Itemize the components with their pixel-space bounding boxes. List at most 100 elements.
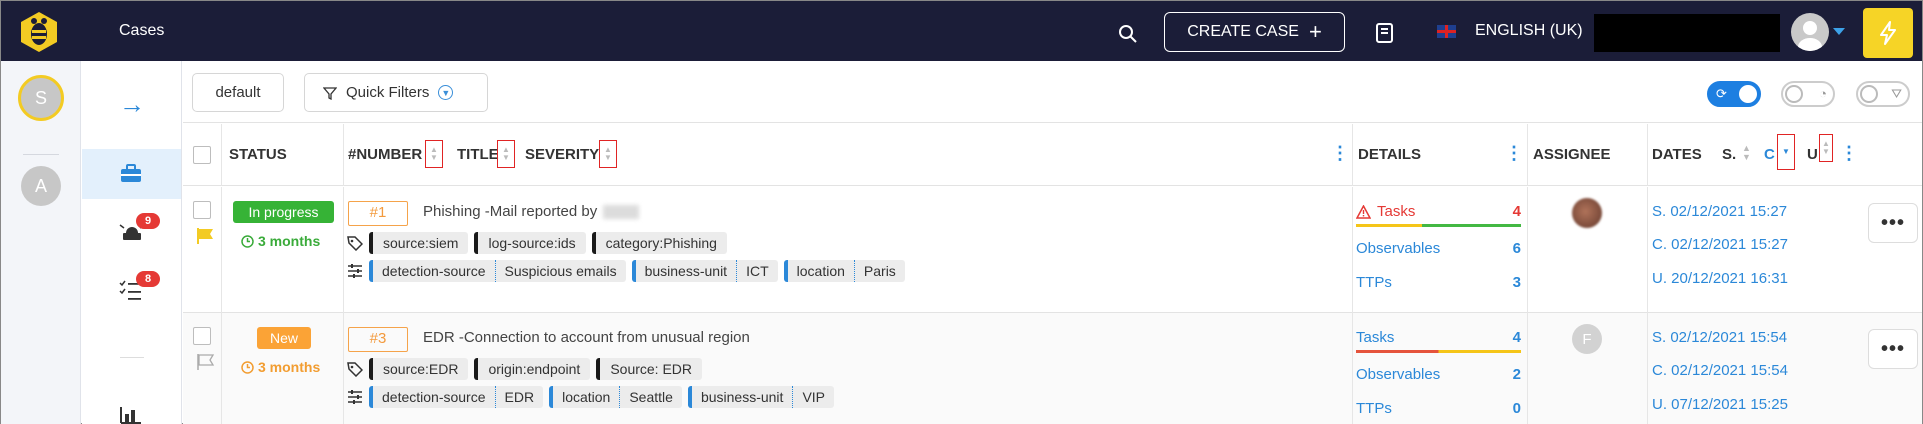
custom-field[interactable]: business-unit VIP xyxy=(687,386,835,408)
column-header-dates[interactable]: DATES xyxy=(1652,146,1702,163)
sidebar-item-cases[interactable] xyxy=(82,149,181,199)
warning-icon xyxy=(1356,204,1371,219)
custom-field[interactable]: business-unit ICT xyxy=(631,260,778,282)
sort-severity-icon[interactable]: ▲ ▼ xyxy=(599,140,617,168)
flag-icon[interactable] xyxy=(197,227,215,248)
tasks-count: 4 xyxy=(1512,329,1521,346)
chevron-down-icon[interactable] xyxy=(1833,28,1845,35)
custom-field[interactable]: location Paris xyxy=(783,260,905,282)
ttps-count: 0 xyxy=(1512,400,1521,417)
column-divider xyxy=(343,124,344,186)
filter-preset-button[interactable]: default xyxy=(192,73,284,112)
updated-date: U. 07/12/2021 15:25 xyxy=(1652,396,1788,413)
column-menu-icon[interactable]: ⋮ xyxy=(1505,144,1523,162)
status-badge: New xyxy=(257,327,311,349)
assignee-avatar[interactable]: F xyxy=(1572,324,1602,354)
dashboard-icon[interactable] xyxy=(120,406,142,424)
sort-number-icon[interactable]: ▲ ▼ xyxy=(425,140,443,168)
ttps-summary[interactable]: TTPs 0 xyxy=(1356,400,1521,417)
column-header-assignee[interactable]: ASSIGNEE xyxy=(1533,146,1611,163)
observables-summary[interactable]: Observables 6 xyxy=(1356,240,1521,257)
tasks-summary[interactable]: Tasks 4 xyxy=(1356,203,1521,220)
sort-updated-icon[interactable]: ▲ ▼ xyxy=(1819,134,1833,162)
sort-start-icon[interactable]: ▲ ▼ xyxy=(1742,144,1751,162)
tag[interactable]: log-source:ids xyxy=(474,232,586,254)
refresh-icon: ⟳ xyxy=(1716,86,1727,101)
sliders-icon xyxy=(348,390,362,404)
sort-updated-date[interactable]: U xyxy=(1807,146,1818,163)
select-all-checkbox[interactable] xyxy=(193,146,211,164)
observables-count: 6 xyxy=(1512,240,1521,257)
clock-icon xyxy=(241,360,254,374)
row-actions-button[interactable]: ••• xyxy=(1868,203,1918,243)
table-row[interactable]: New 3 months #3 EDR -Connection to accou… xyxy=(183,313,1922,424)
column-header-number[interactable]: #NUMBER xyxy=(348,146,422,163)
column-divider xyxy=(343,313,344,424)
top-bar: Cases CREATE CASE + ENGLISH (UK) xyxy=(1,1,1922,61)
sidebar-item-alerts[interactable]: 9 xyxy=(119,213,160,246)
column-menu-icon[interactable]: ⋮ xyxy=(1331,144,1349,162)
ttps-label: TTPs xyxy=(1356,274,1392,291)
case-number[interactable]: #3 xyxy=(348,327,408,352)
row-actions-button[interactable]: ••• xyxy=(1868,329,1918,369)
column-header-title[interactable]: TITLE xyxy=(457,146,499,163)
custom-field[interactable]: detection-source Suspicious emails xyxy=(369,260,626,282)
tag-icon xyxy=(347,236,363,251)
tag[interactable]: Source: EDR xyxy=(596,358,703,380)
column-header-severity[interactable]: SEVERITY xyxy=(525,146,599,163)
user-avatar-icon[interactable] xyxy=(1791,13,1829,51)
created-date: C. 02/12/2021 15:27 xyxy=(1652,236,1788,253)
table-row[interactable]: In progress 3 months #1 Phishing -Mail r… xyxy=(183,187,1922,313)
column-divider xyxy=(1352,124,1353,186)
column-menu-icon[interactable]: ⋮ xyxy=(1840,144,1858,162)
custom-field-value: VIP xyxy=(792,386,834,408)
case-title[interactable]: Phishing -Mail reported by xyxy=(423,203,640,220)
quick-filters-button[interactable]: Quick Filters ▼ xyxy=(304,73,488,112)
sidebar-item-tasks[interactable]: 8 xyxy=(119,271,160,304)
custom-field[interactable]: detection-source EDR xyxy=(369,386,544,408)
tasks-summary[interactable]: Tasks 4 xyxy=(1356,329,1521,346)
custom-field-value: EDR xyxy=(494,386,544,408)
redacted-reporter xyxy=(603,205,640,220)
language-selector[interactable]: ENGLISH (UK) xyxy=(1475,22,1583,40)
tag[interactable]: source:siem xyxy=(369,232,469,254)
observables-summary[interactable]: Observables 2 xyxy=(1356,366,1521,383)
assignee-avatar[interactable] xyxy=(1572,198,1602,228)
column-header-details[interactable]: DETAILS xyxy=(1358,146,1421,163)
table-header: STATUS #NUMBER ▲ ▼ TITLE ▲ ▼ SEVERITY ▲ ▼ ⋮… xyxy=(183,124,1922,186)
column-divider xyxy=(221,187,222,313)
org-avatar-a[interactable]: A xyxy=(21,166,61,206)
column-header-status[interactable]: STATUS xyxy=(229,146,287,163)
column-divider xyxy=(1527,313,1528,424)
create-case-button[interactable]: CREATE CASE + xyxy=(1164,12,1345,52)
search-icon[interactable] xyxy=(1117,23,1139,45)
stats-toggle[interactable]: ◔ xyxy=(1781,81,1835,107)
observables-label: Observables xyxy=(1356,366,1441,383)
book-icon[interactable] xyxy=(1375,22,1395,44)
row-checkbox[interactable] xyxy=(193,201,211,219)
tasks-count: 4 xyxy=(1512,203,1521,220)
sort-created-icon[interactable]: ▼ xyxy=(1777,134,1795,170)
toggle-knob xyxy=(1785,85,1803,103)
org-avatar-s[interactable]: S xyxy=(18,75,64,121)
sort-created-date[interactable]: C xyxy=(1764,146,1775,163)
case-title[interactable]: EDR -Connection to account from unusual … xyxy=(423,329,750,346)
tag[interactable]: source:EDR xyxy=(369,358,469,380)
uk-flag-icon[interactable] xyxy=(1437,25,1456,38)
auto-refresh-toggle[interactable]: ⟳ xyxy=(1707,81,1761,107)
sort-start-date[interactable]: S. xyxy=(1722,146,1736,163)
ttps-summary[interactable]: TTPs 3 xyxy=(1356,274,1521,291)
start-date: S. 02/12/2021 15:27 xyxy=(1652,203,1788,220)
tag[interactable]: origin:endpoint xyxy=(474,358,591,380)
sort-title-icon[interactable]: ▲ ▼ xyxy=(497,140,515,168)
case-number[interactable]: #1 xyxy=(348,201,408,226)
lightning-icon[interactable] xyxy=(1863,8,1913,58)
row-checkbox[interactable] xyxy=(193,327,211,345)
custom-field[interactable]: location Seattle xyxy=(549,386,682,408)
filters-toggle[interactable]: ⛛ xyxy=(1856,81,1910,107)
expand-arrow-icon[interactable]: → xyxy=(119,91,145,117)
thehive-logo-icon[interactable] xyxy=(17,10,61,54)
column-divider xyxy=(1647,313,1648,424)
flag-outline-icon[interactable] xyxy=(197,353,215,374)
tag[interactable]: category:Phishing xyxy=(591,232,727,254)
